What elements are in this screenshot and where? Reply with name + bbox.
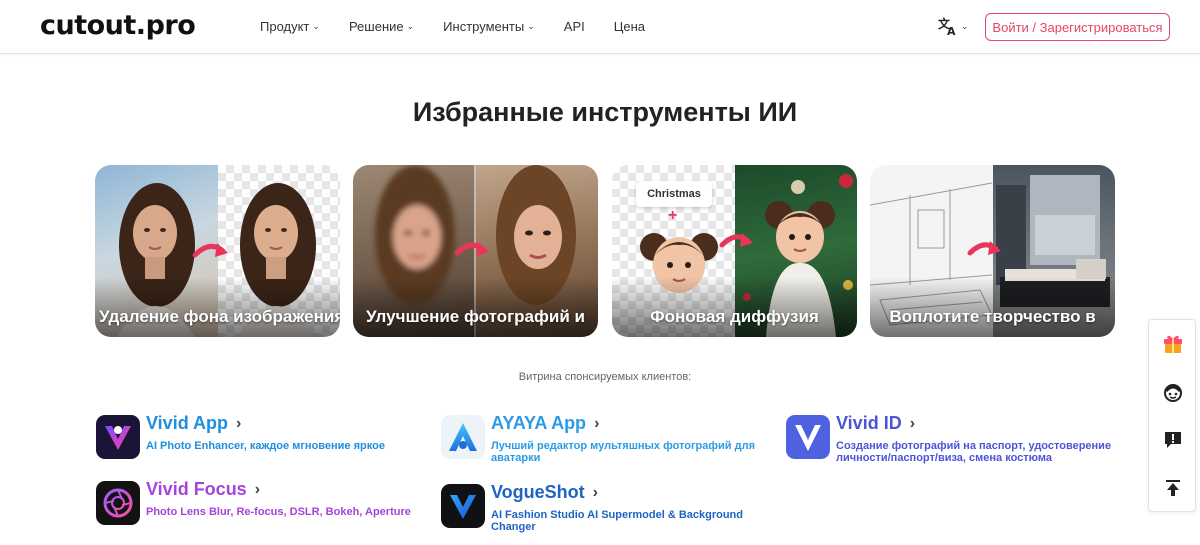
vivid-app-icon	[96, 415, 140, 459]
card-label: Удаление фона изображения	[99, 307, 340, 326]
nav-pricing[interactable]: Цена	[614, 19, 645, 34]
chevron-down-icon: ⌄	[406, 21, 415, 31]
card-sketch-to-render[interactable]: Воплотите творчество в	[870, 165, 1115, 337]
chevron-right-icon: ›	[236, 414, 242, 432]
gift-icon	[1164, 335, 1182, 353]
featured-cards: Удаление фона изображения Улучшение фото…	[95, 165, 1115, 337]
top-header: cutout.pro Продукт ⌄ Решение ⌄ Инструменты…	[0, 0, 1200, 54]
app-vivid-focus[interactable]: Vivid Focus › Photo Lens Blur, Re-focus, …	[96, 479, 426, 525]
vivid-focus-icon	[96, 481, 140, 525]
logo[interactable]: cutout.pro	[40, 10, 196, 41]
app-description: AI Photo Enhancer, каждое мгновение ярко…	[146, 440, 385, 452]
nav-product[interactable]: Продукт ⌄	[260, 19, 320, 34]
chevron-right-icon: ›	[592, 483, 598, 501]
app-name: Vivid ID	[836, 413, 902, 433]
app-description: Создание фотографий на паспорт, удостове…	[836, 440, 1112, 464]
app-vivid-app[interactable]: Vivid App › AI Photo Enhancer, каждое мгн…	[96, 413, 406, 459]
app-name: Vivid Focus	[146, 479, 247, 499]
app-vivid-id[interactable]: Vivid ID › Создание фотографий на паспорт…	[786, 413, 1131, 464]
app-description: Лучший редактор мультяшных фотографий дл…	[491, 440, 755, 464]
chevron-right-icon: ›	[254, 480, 261, 498]
card-background-diffusion[interactable]: Christmas + Фоновая диффузия	[612, 165, 857, 337]
sponsored-title: Витрина спонсируемых клиентов:	[518, 371, 692, 383]
language-switcher[interactable]: 文 A ⌄	[938, 16, 969, 36]
nav-solution-label: Решение	[348, 19, 404, 34]
chevron-down-icon: ⌄	[961, 20, 969, 31]
support-button[interactable]	[1149, 368, 1197, 416]
chevron-right-icon: ›	[594, 414, 600, 432]
gift-button[interactable]	[1149, 320, 1197, 368]
chevron-down-icon: ⌄	[312, 21, 320, 31]
translate-icon: 文 A	[938, 16, 956, 36]
nav-api[interactable]: API	[564, 19, 585, 34]
chevron-right-icon: ›	[909, 414, 916, 432]
app-ayaya-app[interactable]: AYAYA App › Лучший редактор мультяшных фо…	[441, 413, 766, 464]
app-name: VogueShot	[491, 482, 585, 502]
back-to-top-button[interactable]	[1149, 464, 1197, 512]
app-description: AI Fashion Studio AI Supermodel & Backgr…	[491, 509, 743, 533]
chevron-down-icon: ⌄	[527, 21, 535, 31]
featured-title: Избранные инструменты ИИ	[412, 97, 798, 127]
vivid-id-icon	[786, 415, 830, 459]
feedback-icon	[1165, 432, 1181, 448]
card-label: Улучшение фотографий и	[366, 307, 585, 326]
back-to-top-icon	[1166, 480, 1180, 496]
app-name: AYAYA App	[491, 413, 587, 433]
nav-tools[interactable]: Инструменты ⌄	[443, 19, 535, 34]
app-name: Vivid App	[146, 413, 229, 433]
nav-pricing-label: Цена	[613, 19, 646, 34]
app-vogueshot[interactable]: VogueShot › AI Fashion Studio AI Supermod…	[441, 482, 761, 533]
card-label: Воплотите творчество в	[889, 307, 1096, 326]
nav-product-label: Продукт	[260, 19, 310, 34]
card-label: Фоновая диффузия	[650, 307, 819, 326]
nav-tools-label: Инструменты	[443, 19, 525, 34]
feedback-button[interactable]	[1149, 416, 1197, 464]
card-background-removal[interactable]: Удаление фона изображения	[95, 165, 340, 337]
ayaya-app-icon	[441, 415, 485, 459]
nav-api-label: API	[563, 19, 585, 34]
svg-text:A: A	[947, 25, 956, 36]
login-register-button[interactable]: Войти / Зарегистрироваться	[985, 13, 1170, 41]
vogueshot-icon	[441, 484, 485, 528]
support-face-icon	[1164, 384, 1182, 402]
card-photo-enhance[interactable]: Улучшение фотографий и	[353, 165, 598, 337]
nav-solution[interactable]: Решение ⌄	[349, 19, 414, 34]
floating-toolbar	[1148, 319, 1196, 512]
app-description: Photo Lens Blur, Re-focus, DSLR, Bokeh, …	[146, 506, 411, 518]
main-nav: Продукт ⌄ Решение ⌄ Инструменты ⌄ API Цена	[260, 19, 674, 34]
